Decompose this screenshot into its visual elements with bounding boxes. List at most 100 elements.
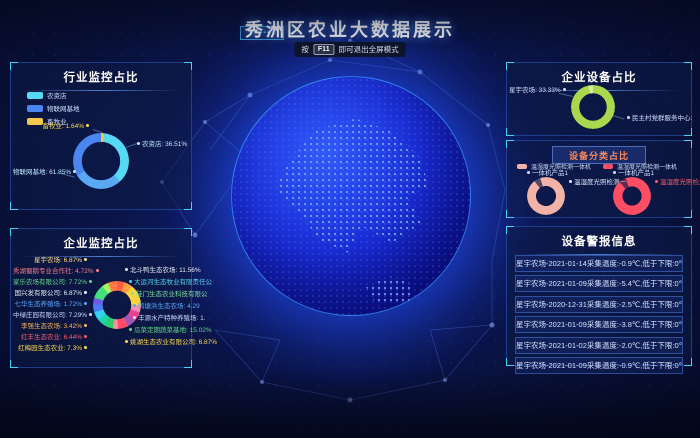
chart-label-text: 家乐农场有限公司: 7.72% xyxy=(13,279,87,286)
device-ratio-panel: 企业设备占比 星宇农场: 33.33% 民主村党群服务中心: xyxy=(506,62,692,136)
category-right-sidelabel: 温湿度光照检测一 xyxy=(653,179,700,187)
chart-label-text: 鸭塘浜生态农场: 4.29 xyxy=(138,303,200,310)
device-label-right: 民主村党群服务中心: xyxy=(625,115,692,123)
chart-label-text: 畜牧业: 1.64% xyxy=(42,123,84,130)
chart-label-text: 星宇农场: 33.33% xyxy=(509,87,561,94)
legend-swatch xyxy=(27,92,43,99)
callout-dot xyxy=(613,171,616,174)
enterprise-label-right: 丰源水产特种养殖场: 1. xyxy=(131,315,206,323)
industry-monitor-panel: 行业监控占比 农资店 物联网基地 畜牧业 畜牧业: 1.64% 农资店: 36.… xyxy=(10,62,192,210)
chart-label-text: 一体机产品1 xyxy=(618,170,654,177)
hint-suffix: 即可退出全屏模式 xyxy=(339,44,399,55)
chart-label-text: 瓜菜定期蔬菜基地: 15.02% xyxy=(134,327,212,334)
legend-item[interactable]: 农资店 xyxy=(27,90,80,100)
callout-dot xyxy=(133,316,136,319)
enterprise-label-right: 鸭塘浜生态农场: 4.29 xyxy=(131,303,200,311)
legend-label: 物联网基地 xyxy=(47,103,80,113)
callout-dot xyxy=(86,124,89,127)
enterprise-label-left: 红梅园生态农业: 7.3% xyxy=(13,345,89,353)
category-left-donut-chart[interactable] xyxy=(527,177,565,215)
legend-swatch xyxy=(517,164,527,169)
legend-label: 农资店 xyxy=(47,90,67,100)
chart-label-text: 物联网基地: 61.85% xyxy=(13,169,71,176)
callout-dot xyxy=(655,180,658,183)
callout-line xyxy=(613,115,625,120)
enterprise-label-left: 国兴发有限公司: 6.87% xyxy=(13,290,89,298)
page-title: 秀洲区农业大数据展示 xyxy=(0,16,700,42)
fullscreen-hint-bar: 按 F11 即可退出全屏模式 xyxy=(294,42,405,57)
callout-dot xyxy=(84,302,87,305)
chart-label-text: 民主村党群服务中心: xyxy=(632,115,692,122)
legend-item[interactable]: 物联网基地 xyxy=(27,103,80,113)
enterprise-label-left: 星宇农场: 6.87% xyxy=(13,257,89,265)
callout-dot xyxy=(125,340,128,343)
device-category-panel: 设备分类占比 温湿度光照检测一体机 一体机产品1 温湿度光照检测一 温湿度光照检… xyxy=(506,140,692,218)
industry-donut-chart[interactable] xyxy=(73,133,129,189)
callout-dot xyxy=(84,258,87,261)
enterprise-label-right: 姚湖生态农业有限公司: 6.87% xyxy=(123,339,217,347)
chart-label-text: 农资店: 36.51% xyxy=(142,141,187,148)
chart-label-text: 一体机产品1 xyxy=(532,170,568,177)
category-right-donut-chart[interactable] xyxy=(613,177,651,215)
chart-label-iot: 物联网基地: 61.85% xyxy=(13,169,75,177)
enterprise-label-left: 七华生态养殖场: 1.72% xyxy=(13,301,89,309)
enterprise-label-left: 中绿庄园有限公司: 7.29% xyxy=(13,312,89,320)
callout-dot xyxy=(89,313,92,316)
callout-dot xyxy=(89,280,92,283)
alarm-list-item: 星宇农场-2020-12-31采集温度:-2.5℃,低于下限:0℃ xyxy=(515,296,683,313)
enterprise-label-left: 红丰生态农业: 6.44% xyxy=(13,334,89,342)
enterprise-monitor-panel: 企业监控占比 星宇农场: 6.87% 秀湖蜀鹅专业合作社: 4.72% 家乐农场… xyxy=(10,228,192,368)
chart-label-text: 丰源水产特种养殖场: 1. xyxy=(138,315,206,322)
device-panel-title: 企业设备占比 xyxy=(507,63,691,85)
enterprise-label-right: 陡门生态农业科技有限公 xyxy=(129,291,208,299)
alarm-list-item: 星宇农场-2021-01-09采集温度:-0.9℃,低于下限:0℃ xyxy=(515,357,683,374)
chart-label-text: 陡门生态农业科技有限公 xyxy=(136,291,208,298)
callout-dot xyxy=(569,180,572,183)
alarm-list-item: 星宇农场-2021-01-02采集温度:-2.0℃,低于下限:0℃ xyxy=(515,337,683,354)
callout-dot xyxy=(129,280,132,283)
callout-dot xyxy=(84,335,87,338)
chart-label-text: 温湿度光照检测一 xyxy=(660,179,700,186)
callout-dot xyxy=(96,269,99,272)
enterprise-label-left: 家乐农场有限公司: 7.72% xyxy=(13,279,89,287)
alarm-panel-title: 设备警报信息 xyxy=(507,227,691,249)
legend-swatch xyxy=(603,164,613,169)
enterprise-label-left: 李强生态农场: 3.42% xyxy=(13,323,89,331)
chart-label-text: 李强生态农场: 3.42% xyxy=(21,323,82,330)
globe-visual xyxy=(231,76,471,316)
enterprise-label-right: 大运河生态牧业有限责任公 xyxy=(127,279,212,287)
alarm-list-item: 星宇农场-2021-01-09采集温度:-5.4℃,低于下限:0℃ xyxy=(515,275,683,292)
enterprise-label-right: 瓜菜定期蔬菜基地: 15.02% xyxy=(127,327,212,335)
callout-dot xyxy=(527,171,530,174)
chart-label-text: 秀湖蜀鹅专业合作社: 4.72% xyxy=(13,268,94,275)
enterprise-panel-title: 企业监控占比 xyxy=(11,229,191,251)
chart-label-text: 红梅园生态农业: 7.3% xyxy=(18,345,82,352)
chart-label-text: 红丰生态农业: 6.44% xyxy=(21,334,82,341)
enterprise-label-right: 北斗鸭生态农场: 11.56% xyxy=(123,267,201,275)
chart-label-text: 姚湖生态农业有限公司: 6.87% xyxy=(130,339,217,346)
chart-label-store: 农资店: 36.51% xyxy=(135,141,187,149)
callout-dot xyxy=(84,291,87,294)
callout-dot xyxy=(129,328,132,331)
enterprise-label-left: 秀湖蜀鹅专业合作社: 4.72% xyxy=(13,268,89,276)
callout-dot xyxy=(627,116,630,119)
callout-dot xyxy=(84,346,87,349)
callout-dot xyxy=(131,292,134,295)
device-label-left: 星宇农场: 33.33% xyxy=(509,87,565,95)
hint-prefix: 按 xyxy=(301,44,309,55)
device-donut-chart[interactable] xyxy=(571,85,615,129)
f11-key-badge: F11 xyxy=(313,44,335,55)
chart-label-text: 国兴发有限公司: 6.87% xyxy=(14,290,82,297)
callout-dot xyxy=(133,304,136,307)
chart-label-text: 中绿庄园有限公司: 7.29% xyxy=(13,312,87,319)
callout-dot xyxy=(137,142,140,145)
chart-label-text: 大运河生态牧业有限责任公 xyxy=(134,279,212,286)
alarm-list-item: 星宇农场-2021-01-09采集温度:-3.8℃,低于下限:0℃ xyxy=(515,316,683,333)
callout-dot xyxy=(84,324,87,327)
industry-panel-title: 行业监控占比 xyxy=(11,63,191,85)
chart-label-text: 七华生态养殖场: 1.72% xyxy=(14,301,82,308)
chart-label-livestock: 畜牧业: 1.64% xyxy=(21,123,91,131)
legend-swatch xyxy=(27,105,43,112)
chart-label-text: 北斗鸭生态农场: 11.56% xyxy=(130,267,201,274)
alarm-list-item: 星宇农场-2021-01-14采集温度:-0.9℃,低于下限:0℃ xyxy=(515,255,683,272)
